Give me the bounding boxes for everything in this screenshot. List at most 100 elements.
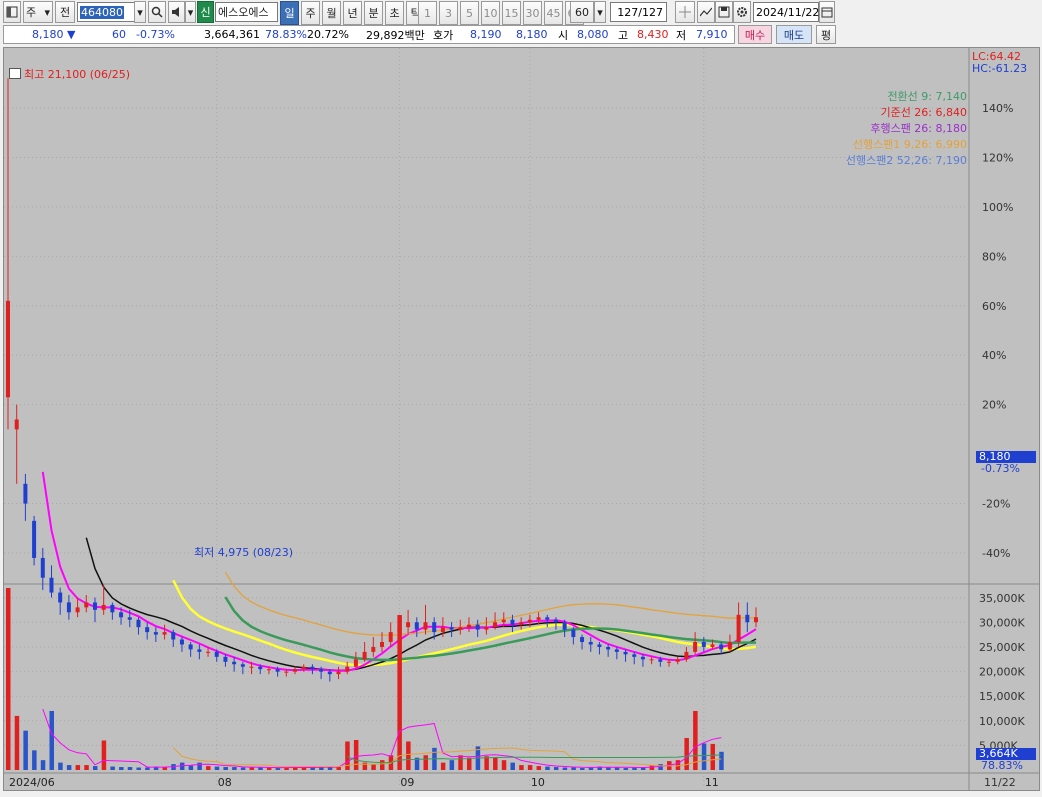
calendar-button[interactable] [819, 1, 835, 23]
save-button[interactable] [715, 1, 733, 23]
interval-tab-2[interactable]: 5 [460, 1, 479, 25]
price-pane-bg [4, 48, 969, 770]
volume-bar [353, 739, 359, 770]
candle-body [110, 604, 115, 613]
volume-bar [571, 767, 576, 770]
period-tab-4[interactable]: 분 [364, 1, 383, 25]
sell-button-label: 매도 [783, 28, 805, 42]
stock-code-input[interactable]: 464080 [77, 2, 135, 22]
candle-body [23, 483, 28, 504]
chevron-down-icon: ▾ [44, 5, 50, 19]
settings-button[interactable] [733, 1, 751, 23]
interval-tab-1[interactable]: 3 [439, 1, 458, 25]
volume-bar [675, 760, 681, 770]
stock-name-field: 에스오에스 [215, 2, 278, 22]
interval-tab-0[interactable]: 1 [418, 1, 437, 25]
new-badge-label: 신 [200, 6, 211, 19]
sound-dropdown[interactable]: ▾ [185, 1, 196, 23]
volume-bar [84, 765, 89, 770]
candle-body [266, 669, 271, 671]
volume-bar [466, 757, 472, 770]
volume-bar [127, 767, 133, 770]
interval-tab-5[interactable]: 30 [523, 1, 542, 25]
trendline-button[interactable] [697, 1, 715, 23]
volume-bar [710, 743, 716, 770]
market-select[interactable]: 주 ▾ [23, 1, 53, 23]
volume-bar [371, 764, 376, 770]
search-button[interactable] [148, 1, 166, 23]
market-select-value: 주 [26, 6, 37, 19]
interval-dropdown[interactable]: ▾ [594, 1, 606, 23]
interval-count-value: 60 [575, 5, 589, 19]
candle-body [536, 617, 541, 620]
candle-body [127, 617, 132, 620]
candle-body [197, 649, 202, 652]
code-dropdown-button[interactable]: ▾ [134, 1, 146, 23]
candle-body [545, 617, 550, 620]
date-field[interactable]: 2024/11/22 [753, 2, 819, 22]
legend-item: 선행스팬2 52,26: 7,190 [845, 154, 967, 167]
price-tick-label: 80% [982, 250, 1006, 263]
candle-body [710, 644, 715, 647]
period-tab-2[interactable]: 월 [322, 1, 341, 25]
candle-body [649, 659, 654, 661]
interval-tab-4[interactable]: 15 [502, 1, 521, 25]
candle-body [640, 656, 645, 660]
period-tab-0[interactable]: 일 [280, 1, 299, 25]
volume-bar [75, 765, 81, 770]
volume-bar [32, 750, 37, 770]
volume-bar [440, 762, 446, 770]
period-tab-3[interactable]: 년 [343, 1, 362, 25]
new-badge: 신 [197, 1, 214, 23]
period-tab-1[interactable]: 주 [301, 1, 320, 25]
volume-bar [92, 766, 98, 770]
candle-body [510, 619, 515, 625]
code-type-value: 전 [59, 6, 71, 19]
candle-body [380, 642, 384, 647]
candle-body [562, 622, 567, 630]
candle-body [353, 659, 358, 667]
low-annotation: 최저 4,975 (08/23) [194, 546, 294, 559]
volume-bar [110, 766, 115, 770]
chart-panel[interactable]: 140% 120% 100% 80% 60% 40% 20% -20% -40% 35,000K 3… [3, 47, 1040, 791]
volume-tick-label: 15,000K [979, 690, 1025, 703]
candle-body [493, 622, 498, 628]
volume-bar [649, 765, 655, 770]
open-label: 시 [558, 28, 569, 42]
interval-count-field[interactable]: 60 [570, 1, 594, 23]
interval-tab-6[interactable]: 45 [544, 1, 563, 25]
legend-item: 기준선 26: 6,840 [880, 106, 967, 119]
code-type-select[interactable]: 전 [55, 1, 75, 23]
legend-item: 전환선 9: 7,140 [887, 90, 967, 103]
sell-button[interactable]: 매도 [776, 25, 812, 44]
candle-body [623, 651, 628, 655]
candle-body [362, 651, 367, 660]
candle-body [484, 627, 489, 630]
candle-body [414, 622, 419, 630]
low-price: 7,910 [696, 28, 728, 41]
volume-bar [214, 766, 220, 770]
volume-tick-label: 10,000K [979, 715, 1025, 728]
down-arrow-icon: ▼ [67, 28, 76, 41]
hc-readout: HC:-61.23 [972, 62, 1028, 75]
price-tick-label: 140% [982, 102, 1013, 115]
page-counter: 127/127 [610, 2, 667, 22]
volume-bar [232, 767, 237, 770]
period-tab-5[interactable]: 초 [385, 1, 404, 25]
grid-icon[interactable] [9, 68, 21, 79]
volume-tick-label: 35,000K [979, 592, 1025, 605]
candle-body [327, 671, 332, 675]
interval-tab-3[interactable]: 10 [481, 1, 500, 25]
crosshair-button[interactable] [675, 1, 695, 23]
calendar-icon [821, 7, 833, 18]
candle-body [188, 644, 193, 650]
search-icon [151, 6, 163, 18]
candle-body [597, 644, 602, 647]
volume-bar [249, 767, 255, 770]
sound-button[interactable] [168, 1, 185, 23]
eval-button[interactable]: 평 [816, 25, 836, 44]
volume-bar [562, 767, 568, 770]
candle-body [75, 607, 80, 613]
buy-button[interactable]: 매수 [738, 25, 772, 44]
chart-window-icon[interactable] [3, 1, 21, 23]
